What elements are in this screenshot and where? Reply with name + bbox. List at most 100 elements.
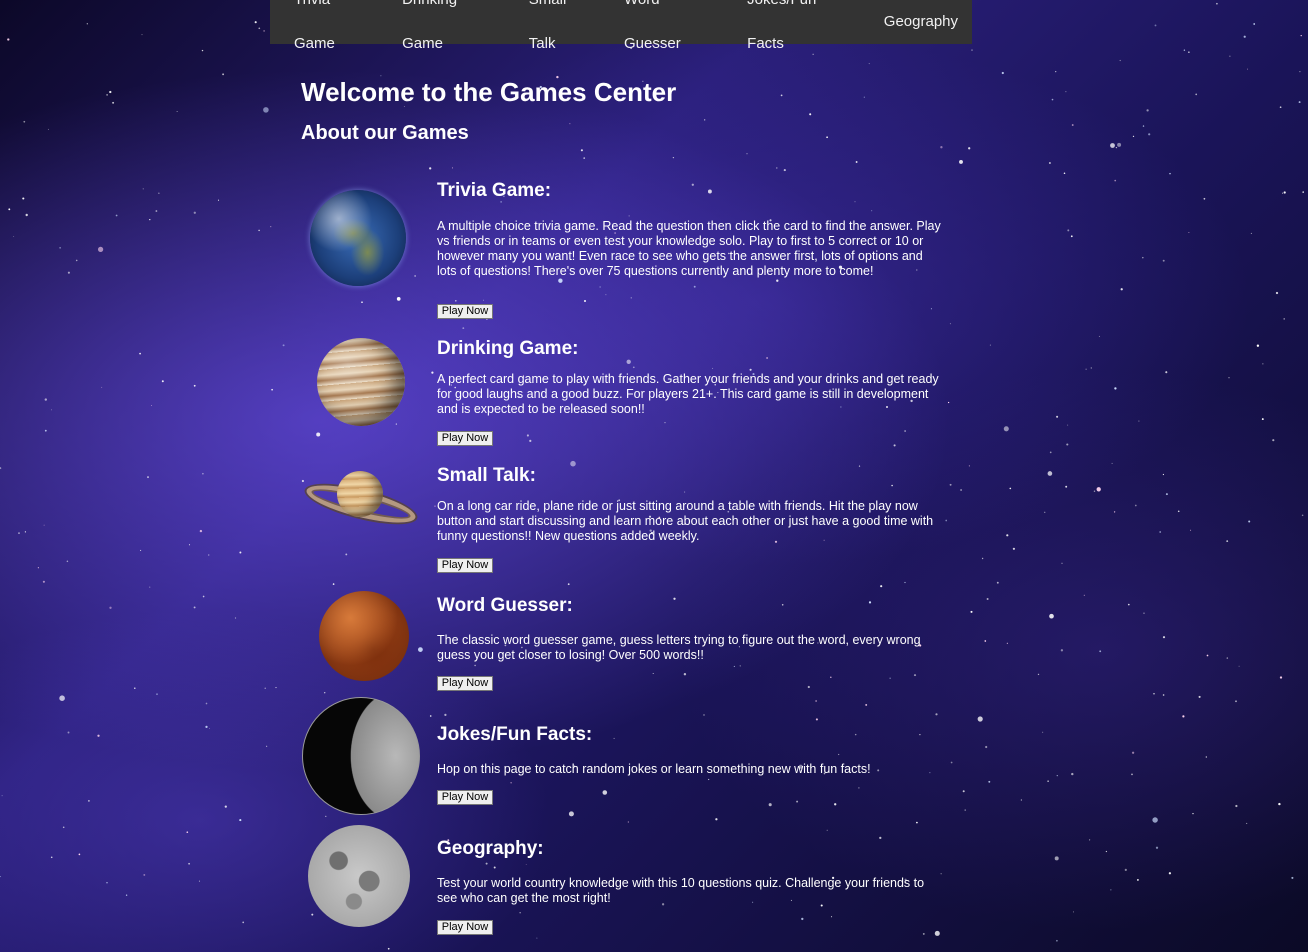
star (529, 439, 532, 443)
play-now-button-trivia[interactable]: Play Now (437, 304, 493, 319)
nav-link-small-talk[interactable]: Small Talk (515, 0, 610, 66)
star (0, 876, 1, 878)
star (749, 368, 752, 371)
star (691, 183, 694, 186)
star (25, 213, 28, 217)
game-title: Drinking Game: (437, 338, 579, 359)
star (1009, 487, 1012, 490)
star (1131, 773, 1133, 776)
star (989, 344, 991, 346)
star (570, 460, 576, 467)
star (1250, 232, 1252, 234)
star (746, 153, 748, 155)
star (271, 388, 273, 391)
star (1206, 654, 1209, 657)
star (474, 664, 476, 667)
star (858, 465, 861, 467)
star (186, 831, 189, 834)
star (1177, 510, 1180, 513)
nav-link-trivia-game[interactable]: Trivia Game (270, 0, 388, 66)
star (1246, 822, 1248, 824)
play-now-button-geography[interactable]: Play Now (437, 920, 493, 935)
star (1120, 288, 1123, 291)
star (1037, 673, 1040, 676)
star (42, 580, 45, 583)
star (1113, 511, 1116, 513)
star (1183, 49, 1186, 51)
star (1162, 694, 1165, 696)
star (1048, 162, 1051, 164)
star (264, 687, 266, 689)
star (583, 299, 587, 303)
star (97, 734, 100, 737)
star (971, 49, 973, 51)
star (838, 753, 840, 756)
star (1279, 676, 1283, 679)
star (1159, 531, 1162, 533)
star (703, 714, 705, 716)
nav-link-word-guesser[interactable]: Word Guesser (610, 0, 733, 66)
star (672, 156, 675, 159)
star (1065, 485, 1068, 488)
star (62, 826, 65, 829)
star (188, 862, 190, 865)
star (1190, 529, 1192, 531)
star (1117, 142, 1122, 147)
star (1198, 695, 1201, 698)
star (345, 553, 348, 556)
play-now-button-small-talk[interactable]: Play Now (437, 558, 493, 573)
star (781, 604, 784, 606)
star (1282, 192, 1284, 194)
star (1300, 34, 1302, 37)
star (147, 476, 149, 479)
play-now-button-drinking[interactable]: Play Now (437, 431, 493, 446)
play-now-button-jokes-fun-facts[interactable]: Play Now (437, 790, 493, 805)
play-now-button-word-guesser[interactable]: Play Now (437, 676, 493, 691)
star (986, 598, 989, 600)
top-navbar: Trivia Game Drinking Game Small Talk Wor… (270, 0, 972, 52)
star (1072, 911, 1074, 913)
star (47, 128, 49, 130)
nav-link-drinking-game[interactable]: Drinking Game (388, 0, 515, 66)
star (664, 422, 666, 424)
star (962, 790, 965, 793)
star (1056, 774, 1058, 777)
star (776, 167, 778, 169)
star (947, 401, 950, 404)
star (1127, 603, 1130, 606)
star (1275, 291, 1279, 295)
star (919, 734, 921, 736)
star (149, 586, 151, 588)
star (1216, 2, 1218, 5)
star (826, 829, 828, 831)
star (78, 853, 81, 856)
star (1272, 439, 1275, 442)
star (323, 691, 326, 694)
star (50, 856, 53, 859)
star (1132, 135, 1135, 138)
game-description: On a long car ride, plane ride or just s… (437, 499, 934, 543)
star (1105, 850, 1108, 853)
star (733, 665, 735, 667)
star (1188, 51, 1190, 53)
star (984, 640, 987, 642)
star (981, 557, 984, 560)
nav-link-geography[interactable]: Geography (870, 0, 972, 44)
star (880, 585, 883, 588)
star (1006, 642, 1008, 644)
nav-link-jokes-fun-facts[interactable]: Jokes/Fun Facts (733, 0, 870, 66)
game-title: Small Talk: (437, 465, 536, 486)
star (1066, 443, 1069, 446)
star (766, 357, 769, 359)
star (395, 423, 397, 425)
star (1291, 876, 1294, 879)
star (1071, 772, 1074, 776)
star (1165, 493, 1168, 496)
star (125, 894, 128, 896)
star (1162, 259, 1165, 262)
star (1055, 70, 1057, 73)
star (1205, 756, 1207, 758)
star (904, 430, 906, 432)
star (768, 803, 772, 807)
star (139, 352, 141, 355)
